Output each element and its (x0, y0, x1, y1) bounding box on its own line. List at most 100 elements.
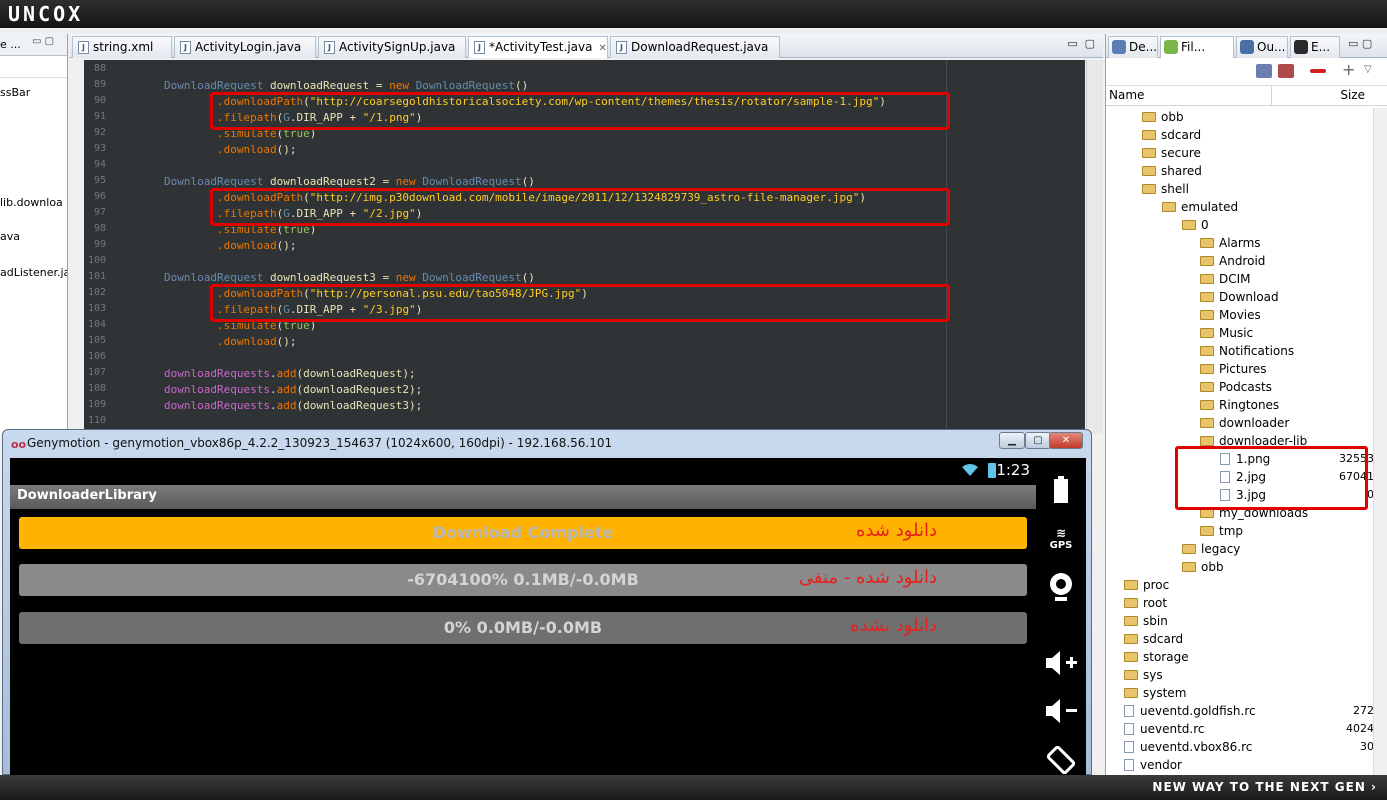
code-area[interactable]: 88 89 90 91 92 93 94 95 96 97 98 99 100 101 102 103 104 1… (84, 60, 1085, 434)
folder-icon (1200, 274, 1214, 284)
code-line[interactable]: .download(); (164, 239, 296, 252)
file-tree-scrollbar[interactable] (1373, 108, 1387, 775)
tree-node[interactable]: secure (1142, 144, 1374, 162)
code-line[interactable]: DownloadRequest downloadRequest2 = new D… (164, 175, 535, 188)
gps-icon[interactable]: ≋ GPS (1036, 526, 1086, 551)
tree-node[interactable]: DCIM (1200, 270, 1374, 288)
view-tab[interactable]: De... (1108, 36, 1158, 58)
minimize-button[interactable]: ▁ (999, 432, 1025, 449)
left-panel-item[interactable]: lib.downloa (0, 196, 63, 209)
tree-node[interactable]: obb (1182, 558, 1374, 576)
tree-node[interactable]: downloader (1200, 414, 1374, 432)
view-menu-icon[interactable]: ▽ (1364, 64, 1380, 78)
left-panel-item[interactable]: ssBar (0, 86, 30, 99)
maximize-button[interactable]: ▢ (1025, 432, 1051, 449)
folder-icon (1142, 112, 1156, 122)
minimize-maximize-icons[interactable]: ▭ ▢ (32, 36, 54, 47)
view-tab-icon (1164, 40, 1178, 54)
tree-node[interactable]: Ringtones (1200, 396, 1374, 414)
tree-node[interactable]: emulated (1162, 198, 1374, 216)
editor-window-buttons[interactable]: ▭ ▢ (1067, 37, 1095, 50)
tree-node[interactable]: system (1124, 684, 1374, 702)
tree-node[interactable]: Pictures (1200, 360, 1374, 378)
editor-tab[interactable]: Jstring.xml (72, 36, 172, 58)
code-line[interactable]: .download(); (164, 143, 296, 156)
code-line[interactable]: downloadRequests.add(downloadRequest2); (164, 383, 422, 396)
panel-window-buttons[interactable]: ▭ ▢ (1348, 37, 1372, 50)
file-icon (1124, 705, 1134, 717)
add-folder-icon[interactable]: + (1342, 62, 1358, 78)
delete-icon[interactable] (1310, 69, 1326, 73)
view-tab[interactable]: E... (1290, 36, 1340, 58)
tree-node[interactable]: Movies (1200, 306, 1374, 324)
line-number: 98 (93, 223, 106, 234)
tree-node[interactable]: sys (1124, 666, 1374, 684)
push-file-icon[interactable] (1278, 64, 1294, 78)
tree-node-label: 0 (1201, 218, 1209, 232)
tree-node[interactable]: legacy (1182, 540, 1374, 558)
code-line[interactable]: .download(); (164, 335, 296, 348)
tree-node[interactable]: shell (1142, 180, 1374, 198)
tree-node-label: ueventd.vbox86.rc (1140, 740, 1253, 754)
code-line[interactable]: downloadRequests.add(downloadRequest3); (164, 399, 422, 412)
code-token: (); (276, 143, 297, 156)
tree-node[interactable]: storage (1124, 648, 1374, 666)
close-tab-icon[interactable]: ✕ (598, 43, 606, 54)
tree-node-label: proc (1143, 578, 1170, 592)
left-panel-item[interactable]: ava (0, 230, 20, 243)
tree-node[interactable]: root (1124, 594, 1374, 612)
editor-tab[interactable]: J *ActivityTest.java ✕ (468, 36, 608, 58)
tree-node-label: Pictures (1219, 362, 1267, 376)
tree-node-label: sdcard (1143, 632, 1184, 646)
view-tab[interactable]: Fil... (1160, 36, 1234, 58)
editor-tab[interactable]: J DownloadRequest.java (610, 36, 780, 58)
view-tab-label: Ou... (1257, 40, 1286, 54)
tree-node[interactable]: vendor (1124, 756, 1374, 774)
code-token: add (276, 399, 297, 412)
code-line[interactable]: DownloadRequest downloadRequest = new Do… (164, 79, 528, 92)
tree-node[interactable]: ueventd.rc 4024 (1124, 720, 1374, 738)
volume-up-icon[interactable] (1036, 650, 1086, 679)
tree-node[interactable]: sdcard (1142, 126, 1374, 144)
left-panel-item[interactable]: adListener.jav (0, 266, 67, 279)
folder-icon (1142, 184, 1156, 194)
code-token: add (276, 367, 297, 380)
column-name[interactable]: Name (1109, 88, 1144, 102)
tree-node[interactable]: sbin (1124, 612, 1374, 630)
line-number: 96 (93, 191, 106, 202)
tree-node-label: Notifications (1219, 344, 1295, 358)
view-tab[interactable]: Ou... (1236, 36, 1288, 58)
code-line[interactable]: DownloadRequest downloadRequest3 = new D… (164, 271, 535, 284)
editor-scrollbar[interactable] (1086, 60, 1103, 434)
tree-node[interactable]: Notifications (1200, 342, 1374, 360)
camera-icon[interactable] (1036, 572, 1086, 605)
android-screen[interactable]: 1:23 DownloaderLibrary Download Complete… (10, 458, 1036, 776)
tree-node[interactable]: Android (1200, 252, 1374, 270)
tree-node[interactable]: obb (1142, 108, 1374, 126)
tree-node[interactable]: ueventd.goldfish.rc 272 (1124, 702, 1374, 720)
tree-node[interactable]: 0 (1182, 216, 1374, 234)
tree-node[interactable]: Music (1200, 324, 1374, 342)
tree-node[interactable]: ueventd.vbox86.rc 30 (1124, 738, 1374, 756)
volume-down-icon[interactable] (1036, 698, 1086, 727)
tree-node[interactable]: shared (1142, 162, 1374, 180)
tree-node[interactable]: proc (1124, 576, 1374, 594)
tree-node[interactable]: tmp (1200, 522, 1374, 540)
column-size[interactable]: Size (1340, 88, 1365, 102)
battery-widget-icon[interactable] (1036, 476, 1086, 507)
folder-icon (1124, 580, 1138, 590)
code-token: DownloadRequest (415, 79, 516, 92)
tree-node-label: Movies (1219, 308, 1261, 322)
rotate-icon[interactable] (1036, 745, 1086, 777)
left-panel-title[interactable]: e ... (0, 38, 21, 51)
tree-node[interactable]: Alarms (1200, 234, 1374, 252)
tree-node[interactable]: Podcasts (1200, 378, 1374, 396)
editor-tab[interactable]: J ActivityLogin.java (174, 36, 316, 58)
code-line[interactable]: downloadRequests.add(downloadRequest); (164, 367, 416, 380)
tree-node[interactable]: sdcard (1124, 630, 1374, 648)
editor-tab[interactable]: J ActivitySignUp.java (318, 36, 466, 58)
pull-file-icon[interactable] (1256, 64, 1272, 78)
tree-node[interactable]: Download (1200, 288, 1374, 306)
close-button[interactable]: ✕ (1049, 432, 1083, 449)
